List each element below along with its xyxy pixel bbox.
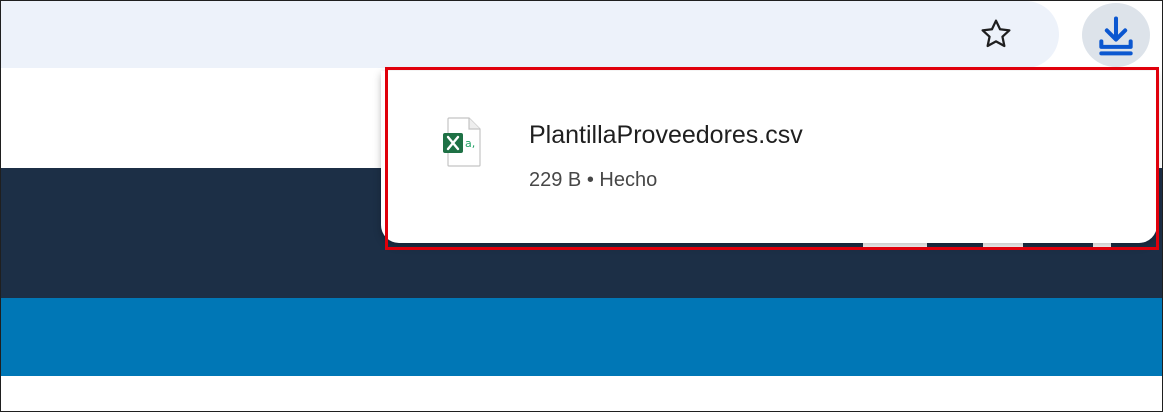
page-content-area xyxy=(1,376,1162,411)
page-blue-nav-bar xyxy=(1,298,1162,376)
address-bar[interactable] xyxy=(1,1,1059,68)
download-state: Hecho xyxy=(599,169,658,191)
download-item[interactable]: a, PlantillaProveedores.csv 229 B • Hech… xyxy=(421,101,1121,211)
excel-csv-file-icon: a, xyxy=(443,117,481,167)
browser-window: a, PlantillaProveedores.csv 229 B • Hech… xyxy=(0,0,1163,412)
downloads-button[interactable] xyxy=(1082,3,1150,67)
star-outline-icon xyxy=(981,19,1011,48)
browser-toolbar xyxy=(1,1,1162,68)
status-separator: • xyxy=(586,169,594,191)
download-size: 229 B xyxy=(529,169,582,191)
download-arrow-icon xyxy=(1099,16,1133,56)
svg-text:a,: a, xyxy=(465,137,475,150)
download-file-name: PlantillaProveedores.csv xyxy=(529,121,803,149)
download-status: 229 B • Hecho xyxy=(529,169,657,192)
bookmark-button[interactable] xyxy=(973,11,1019,57)
